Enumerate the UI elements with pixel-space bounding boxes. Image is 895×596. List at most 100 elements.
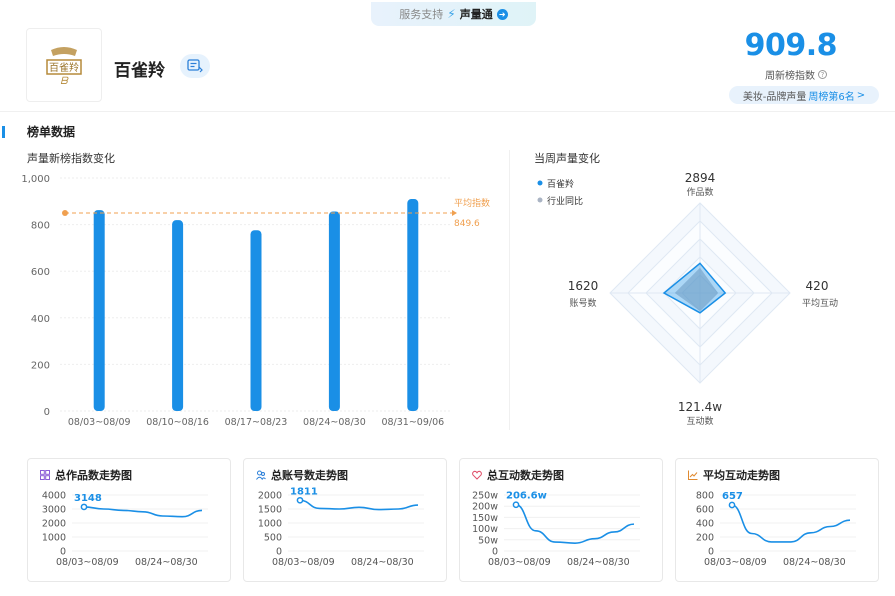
service-prefix: 服务支持 — [399, 8, 444, 21]
radar-axis-value: 121.4w — [678, 400, 722, 414]
radar-axis-value: 1620 — [568, 279, 599, 293]
mini-peak-label: 3148 — [74, 493, 102, 504]
average-line-arrow — [452, 210, 457, 217]
help-icon[interactable]: ? — [818, 70, 827, 79]
service-name: 声量通 — [459, 8, 493, 21]
mini-y-tick-label: 1000 — [42, 533, 66, 544]
chevron-right-icon: > — [856, 89, 866, 101]
brand-logo-image: 百雀羚 ᗷ — [42, 43, 86, 87]
average-line-value: 849.6 — [454, 219, 480, 229]
rank-prefix: 美妆-品牌声量 — [742, 91, 807, 103]
header-divider — [0, 111, 895, 112]
mini-y-tick-label: 1000 — [258, 519, 282, 530]
mini-card-works[interactable]: 总作品数走势图 0 1000 2000 3000 4000 3148 08/03~08/09… — [27, 458, 231, 582]
radar-axis-label: 作品数 — [686, 186, 713, 198]
avg-interaction-trend-chart: 0 200 400 600 800 657 08/03~08/09 08/24~08/30 — [696, 491, 856, 568]
weekly-index-label-text: 周新榜指数 — [765, 71, 815, 82]
mini-y-tick-label: 150w — [472, 513, 498, 524]
bar-mark — [250, 230, 262, 411]
mini-y-tick-label: 0 — [276, 547, 282, 558]
bar-mark — [328, 211, 340, 411]
mini-card-avg-interaction-label: 平均互动走势图 — [703, 469, 780, 482]
rank-link[interactable]: 美妆-品牌声量 周榜第6名 > — [729, 86, 879, 104]
brand-logo-text: 百雀羚 — [49, 61, 79, 74]
bar-x-tick-label: 08/03~08/09 — [68, 417, 131, 428]
accounts-trend-chart: 0 500 1000 1500 2000 1811 08/03~08/09 08/24~08/… — [258, 486, 424, 568]
bar-mark — [407, 199, 419, 411]
bar-y-tick-label: 1,000 — [22, 174, 50, 185]
bar-x-tick-label: 08/24~08/30 — [303, 417, 366, 428]
chart-divider — [509, 150, 510, 430]
bar-chart-title: 声量新榜指数变化 — [27, 152, 115, 165]
mini-trend-line — [515, 503, 635, 544]
mini-y-tick-label: 1500 — [258, 505, 282, 516]
mini-card-avg-interaction-title: 平均互动走势图 — [688, 467, 780, 483]
mini-x-tick-label: 08/03~08/09 — [704, 557, 767, 568]
legend-label-industry: 行业同比 — [547, 195, 583, 207]
mini-y-tick-label: 50w — [478, 535, 498, 546]
rank-highlight: 周榜第6名 — [808, 91, 855, 103]
weekly-index-label: 周新榜指数 ? — [765, 67, 827, 82]
mini-peak-label: 657 — [722, 491, 743, 502]
arrow-right-icon: ➜ — [496, 8, 508, 20]
brand-logo: 百雀羚 ᗷ — [26, 28, 102, 102]
mini-trend-line — [83, 506, 203, 518]
mini-y-tick-label: 500 — [264, 533, 282, 544]
bar-y-tick-label: 400 — [31, 314, 50, 325]
legend-dot-industry — [537, 197, 543, 203]
brand-name: 百雀羚 — [114, 61, 165, 81]
bar-y-tick-label: 600 — [31, 267, 50, 278]
mini-card-interactions[interactable]: 总互动数走势图 0 50w 100w 150w 200w 250w 206.6w 08/03~… — [459, 458, 663, 582]
users-icon — [256, 470, 266, 480]
legend-label-brand: 百雀羚 — [547, 178, 574, 190]
mini-card-works-label: 总作品数走势图 — [55, 469, 132, 482]
mini-card-accounts-label: 总账号数走势图 — [271, 469, 348, 482]
brand-verify-badge[interactable] — [180, 54, 210, 78]
mini-x-tick-label: 08/03~08/09 — [488, 557, 551, 568]
mini-peak-dot — [728, 501, 736, 509]
mini-peak-label: 206.6w — [506, 491, 547, 502]
radar-axis-value: 2894 — [685, 171, 716, 185]
weekly-index-value: 909.8 — [744, 28, 838, 63]
section-title: 榜单数据 — [27, 125, 76, 139]
mini-x-tick-label: 08/24~08/30 — [783, 557, 846, 568]
bar-chart: 0 200 400 600 800 1,000 08/03~08/09 08/10~08/16… — [22, 174, 490, 428]
mini-y-tick-label: 250w — [472, 491, 498, 502]
bar-mark — [172, 220, 184, 411]
mini-x-tick-label: 08/24~08/30 — [351, 557, 414, 568]
mini-x-tick-label: 08/24~08/30 — [567, 557, 630, 568]
mini-x-tick-label: 08/24~08/30 — [135, 557, 198, 568]
mini-card-interactions-label: 总互动数走势图 — [487, 469, 564, 482]
service-support-pill[interactable]: 服务支持 ⚡ 声量通 ➜ — [371, 2, 536, 26]
mini-peak-dot — [296, 496, 304, 504]
mini-y-tick-label: 200 — [696, 533, 714, 544]
mini-y-tick-label: 0 — [492, 547, 498, 558]
radar-axis-label: 互动数 — [686, 415, 713, 427]
bar-y-tick-label: 800 — [31, 221, 50, 232]
mini-card-interactions-title: 总互动数走势图 — [472, 467, 564, 483]
mini-x-tick-label: 08/03~08/09 — [56, 557, 119, 568]
radar-axis-label: 平均互动 — [802, 297, 838, 309]
grid-icon — [40, 470, 50, 480]
mini-y-tick-label: 0 — [708, 547, 714, 558]
legend-dot-brand — [537, 180, 543, 186]
mini-y-tick-label: 0 — [60, 547, 66, 558]
mini-trend-line — [299, 499, 419, 511]
mini-x-tick-label: 08/03~08/09 — [272, 557, 335, 568]
bar-x-tick-label: 08/17~08/23 — [225, 417, 288, 428]
bar-x-tick-label: 08/10~08/16 — [146, 417, 209, 428]
radar-axis-value: 420 — [806, 279, 829, 293]
radar-chart: 百雀羚行业同比 2894作品数 420 平均互动 121.4w互动数 1620 账号数 — [537, 171, 838, 427]
section-marker — [2, 126, 5, 138]
mini-peak-dot — [80, 503, 88, 511]
average-line-start-dot — [62, 210, 68, 217]
bar-y-tick-label: 200 — [31, 360, 50, 371]
mini-y-tick-label: 400 — [696, 519, 714, 530]
mini-y-tick-label: 100w — [472, 524, 498, 535]
mini-card-accounts[interactable]: 总账号数走势图 0 500 1000 1500 2000 1811 08/03~08/09 0… — [243, 458, 447, 582]
mini-y-tick-label: 600 — [696, 505, 714, 516]
mini-card-avg-interaction[interactable]: 平均互动走势图 0 200 400 600 800 657 08/03~08/09 08/24… — [675, 458, 879, 582]
interactions-trend-chart: 050w100w150w200w250w 206.6w 08/03~08/09 08/… — [472, 491, 640, 568]
radar-axis-label: 账号数 — [569, 297, 596, 309]
mini-y-tick-label: 2000 — [258, 491, 282, 502]
